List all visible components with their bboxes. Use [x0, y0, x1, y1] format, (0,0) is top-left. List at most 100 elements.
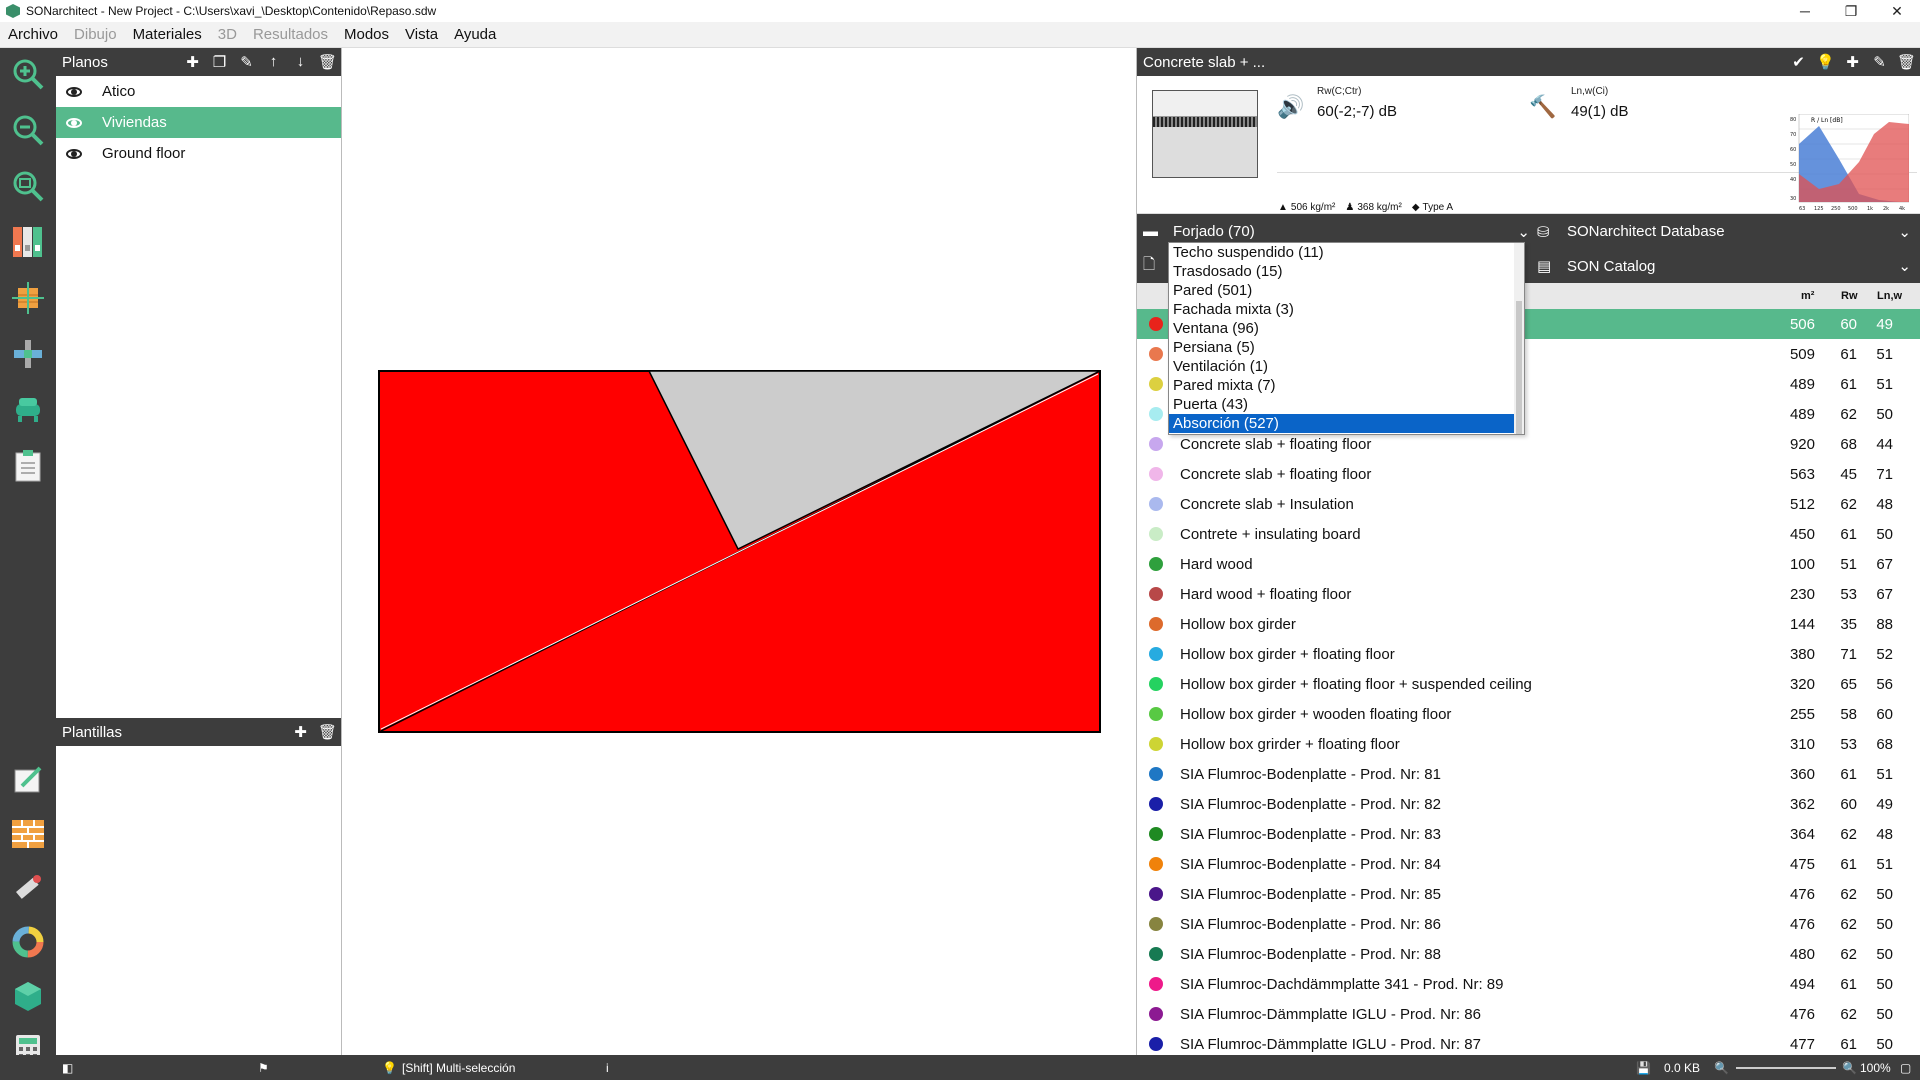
- minimize-button[interactable]: ─: [1782, 0, 1828, 22]
- 3d-box-icon[interactable]: [8, 976, 48, 1016]
- add-material-icon[interactable]: ✚: [1839, 53, 1866, 71]
- col-rw-header[interactable]: Rw: [1841, 290, 1858, 302]
- drawing-canvas[interactable]: [342, 48, 1136, 1055]
- flag-icon[interactable]: ⚑: [258, 1055, 269, 1080]
- material-row[interactable]: Hollow box grirder + floating floor 310 53…: [1137, 729, 1920, 759]
- lightbulb-icon[interactable]: 💡: [1812, 53, 1839, 71]
- material-row[interactable]: SIA Flumroc-Bodenplatte - Prod. Nr: 84 47…: [1137, 849, 1920, 879]
- zoom-out-icon[interactable]: [8, 110, 48, 150]
- menu-dibujo[interactable]: Dibujo: [66, 26, 125, 43]
- hammer-icon: 🔨: [1529, 94, 1557, 119]
- brick-wall-icon[interactable]: [8, 814, 48, 854]
- menu-archivo[interactable]: Archivo: [0, 26, 66, 43]
- dropdown-option[interactable]: Ventilación (1): [1169, 357, 1524, 376]
- material-row[interactable]: Concrete slab + floating floor 563 45 71: [1137, 459, 1920, 489]
- plan-item-atico[interactable]: Atico: [56, 76, 341, 107]
- menu-resultados[interactable]: Resultados: [245, 26, 336, 43]
- move-up-icon[interactable]: ↑: [260, 53, 287, 71]
- dropdown-option[interactable]: Techo suspendido (11): [1169, 243, 1524, 262]
- zoom-slider[interactable]: [1736, 1055, 1836, 1080]
- material-row[interactable]: Contrete + insulating board 450 61 50: [1137, 519, 1920, 549]
- material-mass: 255: [1789, 705, 1815, 723]
- material-row[interactable]: Hard wood + floating floor 230 53 67: [1137, 579, 1920, 609]
- wall-tool-icon[interactable]: [8, 278, 48, 318]
- furniture-tool-icon[interactable]: [8, 390, 48, 430]
- material-name: Hollow box girder + floating floor: [1180, 645, 1395, 663]
- dropdown-option[interactable]: Fachada mixta (3): [1169, 300, 1524, 319]
- graph-y-tick: 70: [1790, 132, 1796, 138]
- visibility-eye-icon[interactable]: [66, 148, 82, 159]
- binders-icon[interactable]: [8, 222, 48, 262]
- dropdown-scrollbar[interactable]: [1514, 243, 1524, 434]
- material-row[interactable]: SIA Flumroc-Bodenplatte - Prod. Nr: 88 48…: [1137, 939, 1920, 969]
- material-row[interactable]: Hollow box girder + floating floor + sus…: [1137, 669, 1920, 699]
- edit-plan-icon[interactable]: ✎: [233, 53, 260, 71]
- dropdown-option[interactable]: Ventana (96): [1169, 319, 1524, 338]
- edit-document-icon[interactable]: [8, 760, 48, 800]
- accept-icon[interactable]: ✔: [1785, 53, 1812, 71]
- fullscreen-icon[interactable]: ▢: [1900, 1055, 1911, 1080]
- material-lnw: 56: [1876, 675, 1893, 693]
- dropdown-option[interactable]: Absorción (527): [1169, 414, 1524, 433]
- save-icon[interactable]: 💾: [1636, 1055, 1651, 1080]
- material-color-swatch: [1149, 527, 1163, 541]
- material-row[interactable]: Concrete slab + Insulation 512 62 48: [1137, 489, 1920, 519]
- material-row[interactable]: SIA Flumroc-Bodenplatte - Prod. Nr: 83 36…: [1137, 819, 1920, 849]
- material-name: Concrete slab + floating floor: [1180, 435, 1372, 453]
- menu-modos[interactable]: Modos: [336, 26, 397, 43]
- dropdown-option[interactable]: Pared (501): [1169, 281, 1524, 300]
- restore-button[interactable]: ❐: [1828, 0, 1874, 22]
- material-row[interactable]: Hollow box girder 144 35 88: [1137, 609, 1920, 639]
- mass-stat: ▲ 506 kg/m²: [1278, 202, 1336, 213]
- material-row[interactable]: Hollow box girder + wooden floating floo…: [1137, 699, 1920, 729]
- dropdown-option[interactable]: Trasdosado (15): [1169, 262, 1524, 281]
- panel-toggle-icon[interactable]: ◧: [62, 1055, 73, 1080]
- col-lnw-header[interactable]: Ln,w: [1877, 290, 1902, 302]
- material-row[interactable]: SIA Flumroc-Bodenplatte - Prod. Nr: 82 36…: [1137, 789, 1920, 819]
- visibility-eye-icon[interactable]: [66, 86, 82, 97]
- color-wheel-icon[interactable]: [8, 922, 48, 962]
- plan-item-viviendas[interactable]: Viviendas: [56, 107, 341, 138]
- delete-template-icon[interactable]: 🗑: [314, 723, 341, 741]
- measure-tool-icon[interactable]: [8, 868, 48, 908]
- database-select[interactable]: ⛁ SONarchitect Database ⌄: [1537, 214, 1917, 249]
- material-rw: 62: [1840, 915, 1857, 933]
- add-template-icon[interactable]: ✚: [287, 723, 314, 741]
- material-row[interactable]: SIA Flumroc-Dachdämmplatte 341 - Prod. N…: [1137, 969, 1920, 999]
- menu-vista[interactable]: Vista: [397, 26, 446, 43]
- material-color-swatch: [1149, 317, 1163, 331]
- col-mass-header[interactable]: m²: [1801, 290, 1814, 302]
- visibility-eye-icon[interactable]: [66, 117, 82, 128]
- delete-plan-icon[interactable]: 🗑: [314, 53, 341, 71]
- catalog-select[interactable]: ▤ SON Catalog ⌄: [1537, 249, 1917, 283]
- move-down-icon[interactable]: ↓: [287, 53, 314, 71]
- add-plan-icon[interactable]: ✚: [179, 53, 206, 71]
- material-row[interactable]: SIA Flumroc-Dämmplatte IGLU - Prod. Nr: …: [1137, 999, 1920, 1029]
- zoom-in-icon[interactable]: [8, 54, 48, 94]
- zoom-fit-icon[interactable]: [8, 166, 48, 206]
- zoom-in-small-icon[interactable]: 🔍: [1842, 1055, 1857, 1080]
- material-row[interactable]: Hard wood 100 51 67: [1137, 549, 1920, 579]
- material-row[interactable]: SIA Flumroc-Bodenplatte - Prod. Nr: 85 47…: [1137, 879, 1920, 909]
- checklist-icon[interactable]: [8, 446, 48, 486]
- floor-plan-drawing[interactable]: [342, 48, 1136, 1055]
- dropdown-option[interactable]: Persiana (5): [1169, 338, 1524, 357]
- dropdown-option[interactable]: Pared mixta (7): [1169, 376, 1524, 395]
- junction-tool-icon[interactable]: [8, 334, 48, 374]
- menu-3d[interactable]: 3D: [210, 26, 245, 43]
- edit-material-icon[interactable]: ✎: [1866, 53, 1893, 71]
- dropdown-option[interactable]: Puerta (43): [1169, 395, 1524, 414]
- menu-ayuda[interactable]: Ayuda: [446, 26, 504, 43]
- copy-plan-icon[interactable]: ❐: [206, 53, 233, 71]
- menu-materiales[interactable]: Materiales: [125, 26, 210, 43]
- material-row[interactable]: SIA Flumroc-Bodenplatte - Prod. Nr: 81 36…: [1137, 759, 1920, 789]
- material-row[interactable]: Hollow box girder + floating floor 380 71 5…: [1137, 639, 1920, 669]
- info-icon[interactable]: i: [606, 1055, 609, 1080]
- material-row[interactable]: SIA Flumroc-Bodenplatte - Prod. Nr: 86 47…: [1137, 909, 1920, 939]
- material-lnw: 49: [1876, 795, 1893, 813]
- zoom-out-small-icon[interactable]: 🔍: [1714, 1055, 1729, 1080]
- delete-material-icon[interactable]: 🗑: [1893, 53, 1920, 71]
- plan-item-ground-floor[interactable]: Ground floor: [56, 138, 341, 169]
- close-button[interactable]: ✕: [1874, 0, 1920, 22]
- frequency-graph: R / Ln [dB] 80 70 60 50 40 30 63 125 250…: [1790, 114, 1909, 212]
